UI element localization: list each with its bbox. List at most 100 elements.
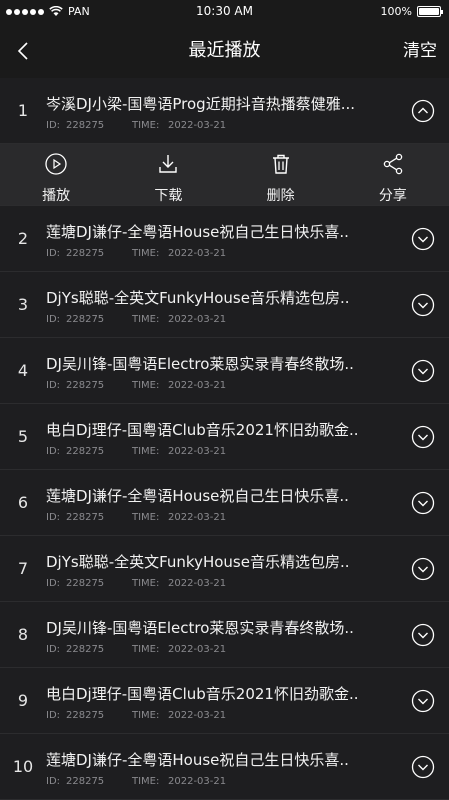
- trash-icon: [269, 152, 293, 180]
- track-meta: ID: 228275 TIME: 2022-03-21: [46, 776, 226, 787]
- track-title[interactable]: DJ吴川锋-国粤语Electro莱恩实录青春终散场..: [46, 353, 386, 374]
- action-label: 播放: [42, 188, 71, 204]
- id-label: ID:: [46, 512, 61, 523]
- track-row[interactable]: 4 DJ吴川锋-国粤语Electro莱恩实录青春终散场.. ID: 228275…: [0, 338, 449, 404]
- action-label: 删除: [266, 188, 295, 204]
- track-meta: ID: 228275 TIME: 2022-03-21: [46, 314, 226, 325]
- chevron-down-icon[interactable]: [411, 623, 435, 647]
- track-list: 1 岑溪DJ小梁-国粤语Prog近期抖音热播蔡健雅... ID: 228275 …: [0, 78, 449, 800]
- track-id: 228275: [66, 644, 105, 655]
- track-meta: ID: 228275 TIME: 2022-03-21: [46, 710, 226, 721]
- track-time: 2022-03-21: [168, 314, 227, 325]
- track-meta: ID: 228275 TIME: 2022-03-21: [46, 380, 226, 391]
- chevron-down-icon[interactable]: [411, 227, 435, 251]
- track-meta: ID: 228275 TIME: 2022-03-21: [46, 446, 226, 457]
- time-label: TIME:: [132, 710, 160, 721]
- id-label: ID:: [46, 314, 61, 325]
- time-label: TIME:: [132, 380, 160, 391]
- track-number: 3: [17, 295, 29, 314]
- chevron-up-icon[interactable]: [411, 99, 435, 123]
- id-label: ID:: [46, 120, 61, 131]
- track-number: 7: [17, 559, 29, 578]
- track-row[interactable]: 3 DjYs聪聪-全英文FunkyHouse音乐精选包房.. ID: 22827…: [0, 272, 449, 338]
- id-label: ID:: [46, 710, 61, 721]
- chevron-down-icon[interactable]: [411, 689, 435, 713]
- track-time: 2022-03-21: [168, 776, 227, 787]
- status-right: 100%: [380, 5, 443, 18]
- track-title[interactable]: 莲塘DJ谦仔-全粤语House祝自己生日快乐喜..: [46, 485, 386, 506]
- track-time: 2022-03-21: [168, 578, 227, 589]
- action-label: 下载: [154, 188, 183, 204]
- track-row[interactable]: 8 DJ吴川锋-国粤语Electro莱恩实录青春终散场.. ID: 228275…: [0, 602, 449, 668]
- back-icon[interactable]: [10, 38, 36, 64]
- track-meta: ID: 228275 TIME: 2022-03-21: [46, 644, 226, 655]
- chevron-down-icon[interactable]: [411, 491, 435, 515]
- track-title[interactable]: 电白Dj理仔-国粤语Club音乐2021怀旧劲歌金..: [46, 683, 386, 704]
- track-title[interactable]: 岑溪DJ小梁-国粤语Prog近期抖音热播蔡健雅...: [46, 93, 386, 114]
- time-label: TIME:: [132, 248, 160, 259]
- track-title[interactable]: DJ吴川锋-国粤语Electro莱恩实录青春终散场..: [46, 617, 386, 638]
- track-number: 8: [17, 625, 29, 644]
- track-time: 2022-03-21: [168, 710, 227, 721]
- trash-button[interactable]: 删除: [225, 144, 337, 205]
- page-title: 最近播放: [188, 40, 261, 61]
- track-id: 228275: [66, 578, 105, 589]
- track-meta: ID: 228275 TIME: 2022-03-21: [46, 248, 226, 259]
- id-label: ID:: [46, 380, 61, 391]
- clear-button[interactable]: 清空: [403, 24, 437, 78]
- track-number: 5: [17, 427, 29, 446]
- track-title[interactable]: 电白Dj理仔-国粤语Club音乐2021怀旧劲歌金..: [46, 419, 386, 440]
- chevron-down-icon[interactable]: [411, 755, 435, 779]
- download-button[interactable]: 下载: [112, 144, 224, 205]
- track-id: 228275: [66, 380, 105, 391]
- track-action-bar: 播放 下载 删除 分享: [0, 144, 449, 206]
- time-label: TIME:: [132, 314, 160, 325]
- track-time: 2022-03-21: [168, 120, 227, 131]
- track-id: 228275: [66, 120, 105, 131]
- id-label: ID:: [46, 578, 61, 589]
- track-number: 9: [17, 691, 29, 710]
- track-number: 1: [17, 101, 29, 120]
- time-label: TIME:: [132, 644, 160, 655]
- track-time: 2022-03-21: [168, 380, 227, 391]
- track-number: 4: [17, 361, 29, 380]
- track-row[interactable]: 6 莲塘DJ谦仔-全粤语House祝自己生日快乐喜.. ID: 228275 T…: [0, 470, 449, 536]
- track-number: 6: [17, 493, 29, 512]
- time-label: TIME:: [132, 446, 160, 457]
- track-row[interactable]: 9 电白Dj理仔-国粤语Club音乐2021怀旧劲歌金.. ID: 228275…: [0, 668, 449, 734]
- track-row[interactable]: 10 莲塘DJ谦仔-全粤语House祝自己生日快乐喜.. ID: 228275 …: [0, 734, 449, 800]
- share-button[interactable]: 分享: [337, 144, 449, 205]
- track-id: 228275: [66, 776, 105, 787]
- battery-percent: 100%: [380, 5, 412, 18]
- action-label: 分享: [378, 188, 407, 204]
- track-title[interactable]: 莲塘DJ谦仔-全粤语House祝自己生日快乐喜..: [46, 749, 386, 770]
- chevron-down-icon[interactable]: [411, 359, 435, 383]
- play-circle-icon: [44, 152, 68, 180]
- chevron-down-icon[interactable]: [411, 425, 435, 449]
- chevron-down-icon[interactable]: [411, 293, 435, 317]
- id-label: ID:: [46, 446, 61, 457]
- track-row[interactable]: 5 电白Dj理仔-国粤语Club音乐2021怀旧劲歌金.. ID: 228275…: [0, 404, 449, 470]
- play-circle-button[interactable]: 播放: [0, 144, 112, 205]
- chevron-down-icon[interactable]: [411, 557, 435, 581]
- track-row[interactable]: 2 莲塘DJ谦仔-全粤语House祝自己生日快乐喜.. ID: 228275 T…: [0, 206, 449, 272]
- status-bar: PAN 10:30 AM 100%: [0, 0, 449, 24]
- track-row[interactable]: 1 岑溪DJ小梁-国粤语Prog近期抖音热播蔡健雅... ID: 228275 …: [0, 78, 449, 144]
- track-title[interactable]: DjYs聪聪-全英文FunkyHouse音乐精选包房..: [46, 287, 386, 308]
- time-label: TIME:: [132, 776, 160, 787]
- track-id: 228275: [66, 710, 105, 721]
- track-time: 2022-03-21: [168, 644, 227, 655]
- track-number: 2: [17, 229, 29, 248]
- track-row[interactable]: 7 DjYs聪聪-全英文FunkyHouse音乐精选包房.. ID: 22827…: [0, 536, 449, 602]
- track-id: 228275: [66, 248, 105, 259]
- track-meta: ID: 228275 TIME: 2022-03-21: [46, 578, 226, 589]
- time-label: TIME:: [132, 120, 160, 131]
- track-title[interactable]: DjYs聪聪-全英文FunkyHouse音乐精选包房..: [46, 551, 386, 572]
- battery-icon: [417, 6, 443, 17]
- track-time: 2022-03-21: [168, 512, 227, 523]
- id-label: ID:: [46, 776, 61, 787]
- id-label: ID:: [46, 248, 61, 259]
- track-time: 2022-03-21: [168, 248, 227, 259]
- nav-bar: 最近播放 清空: [0, 24, 449, 78]
- track-title[interactable]: 莲塘DJ谦仔-全粤语House祝自己生日快乐喜..: [46, 221, 386, 242]
